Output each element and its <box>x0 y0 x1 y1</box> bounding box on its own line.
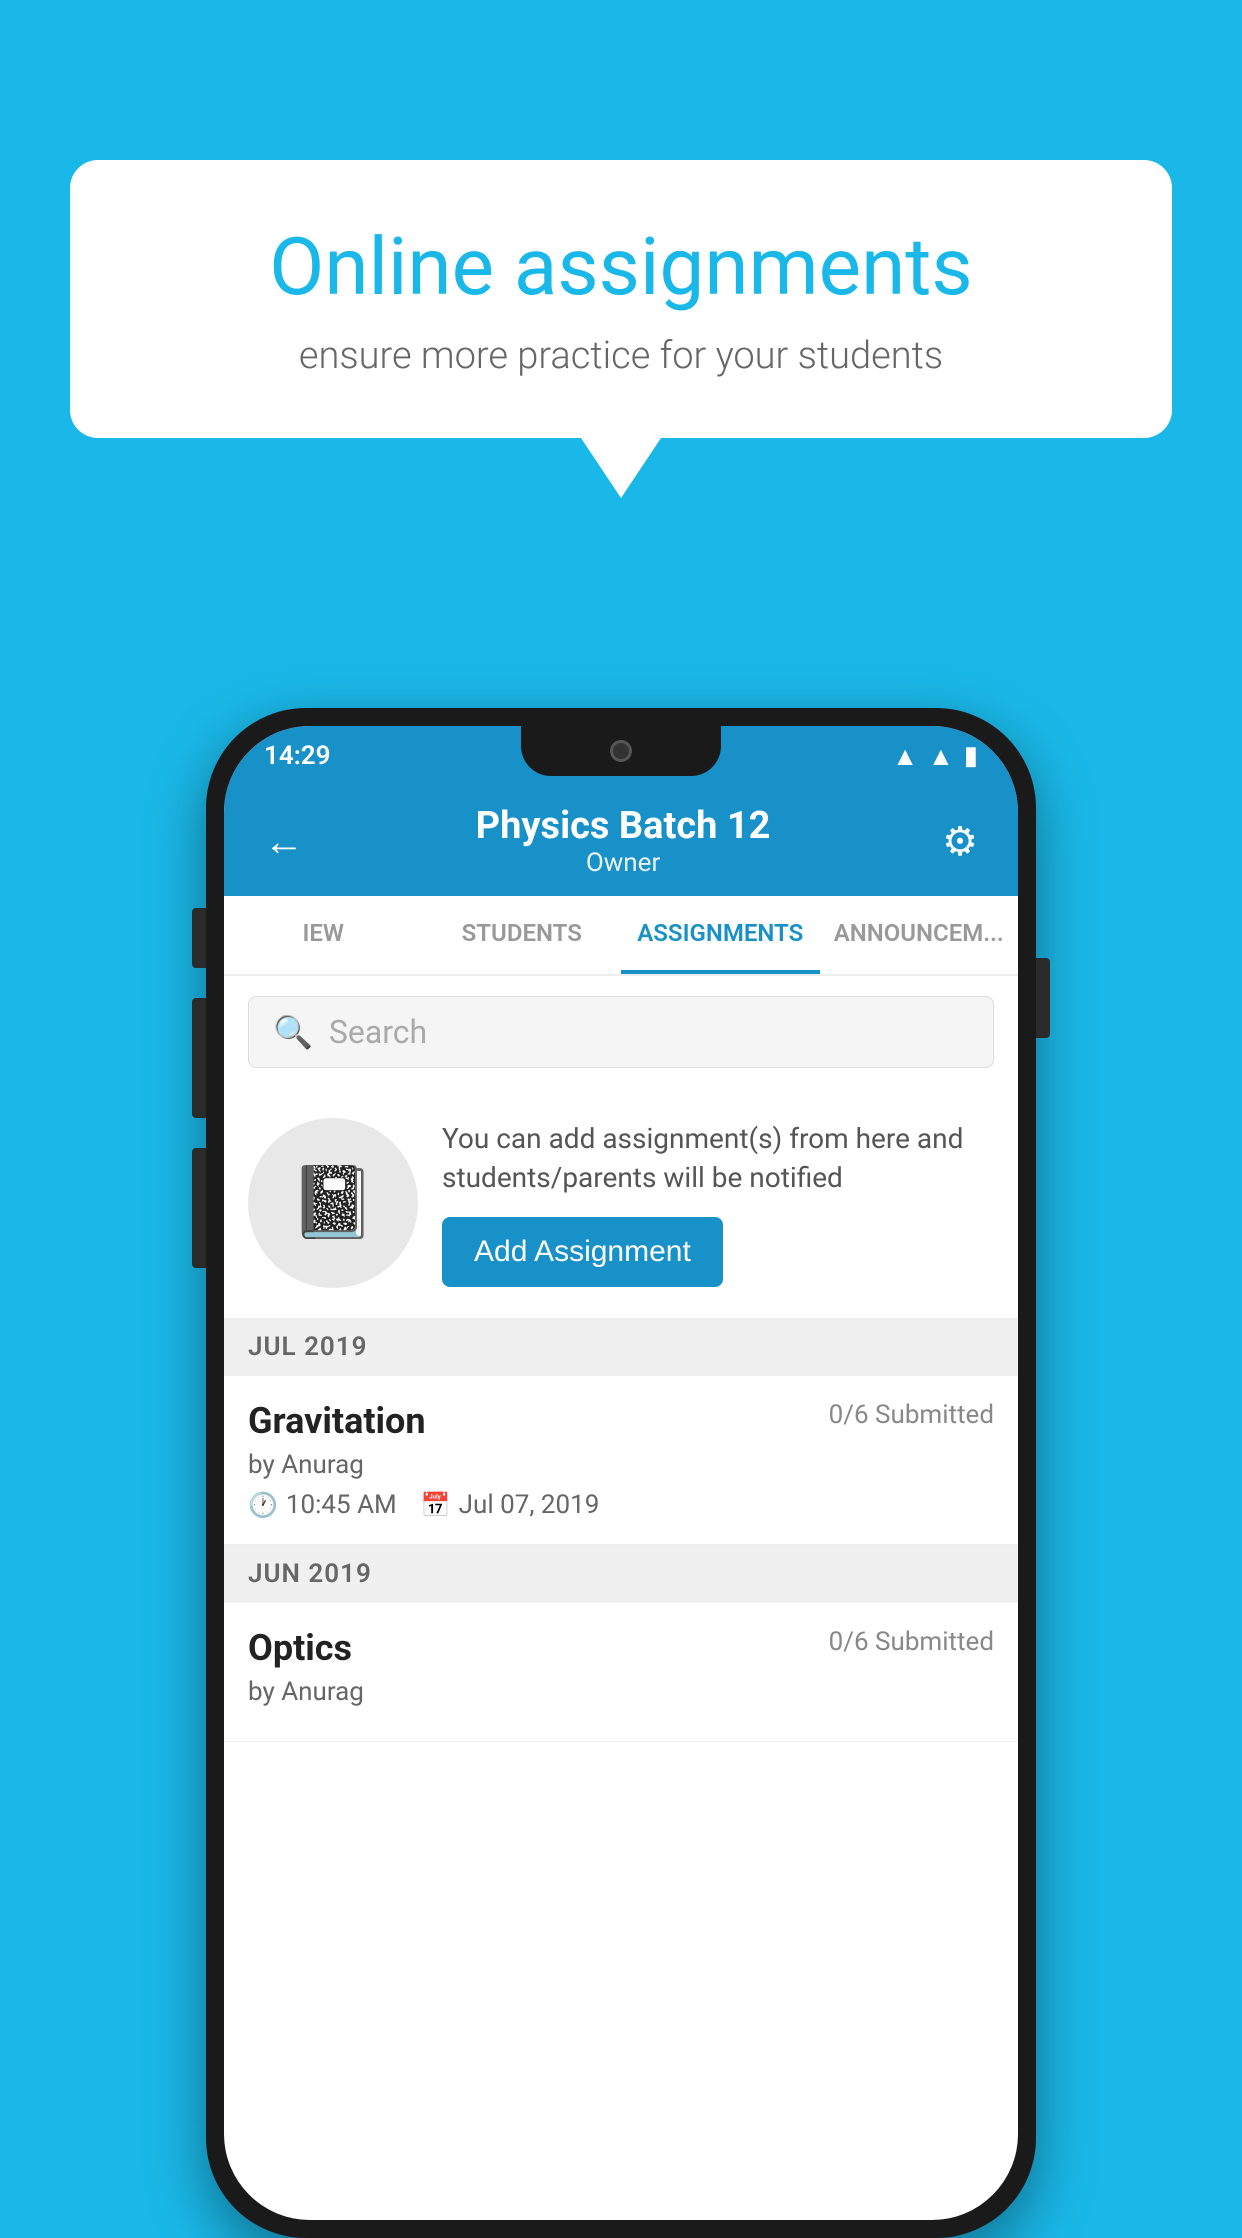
assignment-top-optics: Optics 0/6 Submitted <box>248 1627 994 1669</box>
speech-bubble-container: Online assignments ensure more practice … <box>70 160 1172 498</box>
speech-bubble-subtitle: ensure more practice for your students <box>130 334 1112 378</box>
silent-button <box>192 1148 206 1268</box>
assignment-by: by Anurag <box>248 1450 994 1480</box>
assignment-title-optics: Optics <box>248 1627 352 1669</box>
front-camera <box>610 740 632 762</box>
promo-text: You can add assignment(s) from here and … <box>442 1119 994 1287</box>
search-container: 🔍 Search <box>224 976 1018 1088</box>
app-bar: ← Physics Batch 12 Owner ⚙ <box>224 786 1018 896</box>
search-placeholder: Search <box>329 1013 427 1051</box>
tab-bar: IEW STUDENTS ASSIGNMENTS ANNOUNCEM... <box>224 896 1018 976</box>
phone-outer: 14:29 ▲ ▲ ▮ ← Physics Batch 12 Owner ⚙ <box>206 708 1036 2238</box>
search-bar[interactable]: 🔍 Search <box>248 996 994 1068</box>
calendar-icon: 📅 <box>421 1491 451 1519</box>
add-assignment-button[interactable]: Add Assignment <box>442 1217 723 1287</box>
battery-icon: ▮ <box>964 741 978 771</box>
wifi-icon: ▲ <box>892 741 918 772</box>
tab-students[interactable]: STUDENTS <box>423 896 622 974</box>
tab-assignments[interactable]: ASSIGNMENTS <box>621 896 820 974</box>
phone-notch <box>521 726 721 776</box>
clock-icon: 🕐 <box>248 1491 278 1519</box>
assignment-meta: 🕐 10:45 AM 📅 Jul 07, 2019 <box>248 1490 994 1520</box>
assignment-time: 10:45 AM <box>286 1490 397 1520</box>
status-icons: ▲ ▲ ▮ <box>892 741 978 772</box>
app-bar-center: Physics Batch 12 Owner <box>476 804 771 878</box>
signal-icon: ▲ <box>928 741 954 772</box>
tab-announcements[interactable]: ANNOUNCEM... <box>820 896 1019 974</box>
app-bar-title: Physics Batch 12 <box>476 804 771 848</box>
meta-date: 📅 Jul 07, 2019 <box>421 1490 600 1520</box>
speech-bubble-title: Online assignments <box>130 220 1112 314</box>
phone-screen: 14:29 ▲ ▲ ▮ ← Physics Batch 12 Owner ⚙ <box>224 726 1018 2220</box>
phone-mockup: 14:29 ▲ ▲ ▮ ← Physics Batch 12 Owner ⚙ <box>206 708 1036 2238</box>
status-time: 14:29 <box>264 741 331 771</box>
assignment-gravitation[interactable]: Gravitation 0/6 Submitted by Anurag 🕐 10… <box>224 1376 1018 1545</box>
speech-bubble: Online assignments ensure more practice … <box>70 160 1172 438</box>
back-button[interactable]: ← <box>264 818 304 865</box>
meta-time: 🕐 10:45 AM <box>248 1490 397 1520</box>
notebook-icon: 📓 <box>289 1162 376 1244</box>
assignment-optics[interactable]: Optics 0/6 Submitted by Anurag <box>224 1603 1018 1742</box>
search-icon: 🔍 <box>273 1013 313 1051</box>
app-bar-subtitle: Owner <box>476 848 771 878</box>
assignment-submitted: 0/6 Submitted <box>829 1400 994 1430</box>
assignment-top: Gravitation 0/6 Submitted <box>248 1400 994 1442</box>
assignment-date: Jul 07, 2019 <box>459 1490 600 1520</box>
promo-description: You can add assignment(s) from here and … <box>442 1119 994 1197</box>
promo-icon-circle: 📓 <box>248 1118 418 1288</box>
power-button <box>1036 958 1050 1038</box>
volume-up-button <box>192 908 206 968</box>
promo-card: 📓 You can add assignment(s) from here an… <box>224 1088 1018 1318</box>
assignment-by-optics: by Anurag <box>248 1677 994 1707</box>
assignment-title: Gravitation <box>248 1400 426 1442</box>
tab-iew[interactable]: IEW <box>224 896 423 974</box>
settings-icon[interactable]: ⚙ <box>942 818 978 865</box>
assignment-submitted-optics: 0/6 Submitted <box>829 1627 994 1657</box>
section-header-jun: JUN 2019 <box>224 1545 1018 1603</box>
section-header-jul: JUL 2019 <box>224 1318 1018 1376</box>
speech-bubble-arrow <box>581 438 661 498</box>
volume-down-button <box>192 998 206 1118</box>
